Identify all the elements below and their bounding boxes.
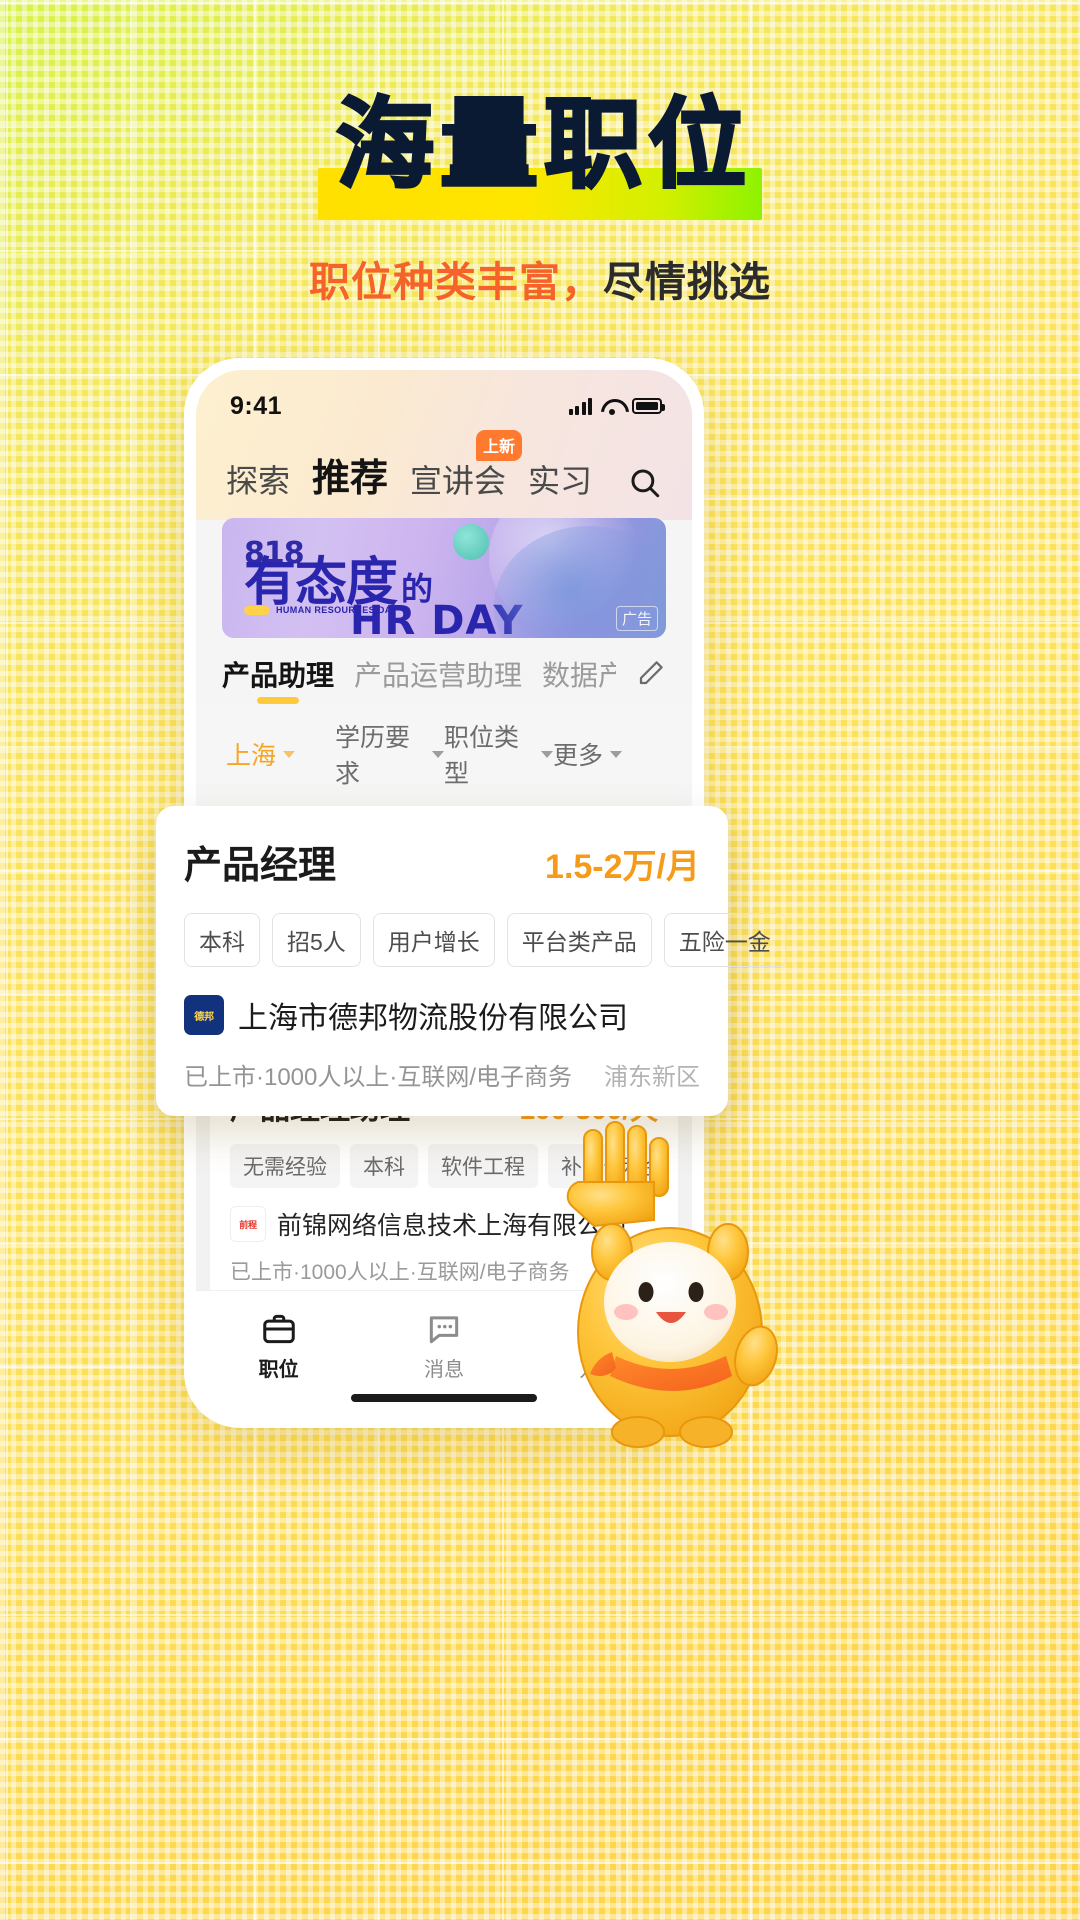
featured-job-tag: 五险一金 [663, 913, 786, 967]
banner-eng-line1: HUMAN RESOURCES DAY [276, 605, 398, 616]
featured-job-tag: 本科 [184, 913, 260, 967]
company-meta: 已上市·1000人以上·互联网/电子商务 [230, 1261, 570, 1284]
featured-job-tag: 用户增长 [372, 913, 495, 967]
hero-subtitle-accent: 职位种类丰富， [309, 259, 603, 305]
featured-job-company-row: 德邦 上海市德邦物流股份有限公司 [184, 993, 700, 1037]
banner-main-label: 有态度 [244, 554, 398, 613]
status-icons [568, 397, 665, 415]
category-tab-1-label: 产品运营助理 [354, 660, 523, 691]
battery-icon [632, 398, 665, 414]
bottom-nav-messages-label: 消息 [423, 1359, 464, 1381]
featured-job-tags: 本科 招5人 用户增长 平台类产品 五险一金 [184, 913, 786, 967]
edit-categories-button[interactable] [636, 658, 666, 693]
bottom-nav-jobs-label: 职位 [258, 1359, 299, 1381]
tab-internship[interactable]: 实习 [528, 456, 592, 508]
chevron-down-icon [432, 750, 444, 758]
banner-small-label: 的 [401, 571, 433, 608]
message-icon [361, 1307, 526, 1351]
tab-explore-label: 探索 [226, 463, 291, 499]
company-logo-text: 前程 [239, 1219, 257, 1230]
tab-recommend[interactable]: 推荐 [312, 447, 396, 508]
chevron-down-icon [541, 750, 553, 758]
status-bar: 9:41 [196, 370, 692, 430]
chevron-down-icon [283, 750, 296, 758]
featured-job-tag: 平台类产品 [506, 913, 652, 967]
category-tab-0-label: 产品助理 [222, 660, 335, 691]
ad-label: 广告 [615, 606, 658, 631]
status-time: 9:41 [230, 391, 283, 420]
featured-job-card[interactable]: 产品经理 1.5-2万/月 本科 招5人 用户增长 平台类产品 五险一金 德邦 … [156, 806, 786, 1116]
chevron-down-icon [610, 750, 623, 758]
job-tag: 本科 [350, 1144, 418, 1188]
filter-job-type[interactable]: 职位类型 [444, 718, 553, 790]
tab-recommend-label: 推荐 [312, 458, 389, 500]
pencil-icon [639, 660, 663, 684]
search-icon [631, 469, 660, 498]
signal-bars-icon [568, 397, 592, 415]
home-indicator [351, 1394, 537, 1402]
briefcase-icon [196, 1307, 361, 1351]
hero-headline-block: 海量职位 [0, 88, 1080, 220]
category-tab-product-ops-assistant[interactable]: 产品运营助理 [354, 654, 522, 704]
category-tabs: 产品助理 产品运营助理 数据产品经理 [196, 638, 692, 704]
tab-explore[interactable]: 探索 [226, 456, 290, 508]
filter-bar: 上海 学历要求 职位类型 更多 [196, 704, 692, 808]
featured-job-meta-row: 已上市·1000人以上·互联网/电子商务 浦东新区 [184, 1057, 700, 1092]
featured-job-location: 浦东新区 [604, 1064, 700, 1091]
featured-job-title: 产品经理 [184, 845, 337, 887]
filter-more[interactable]: 更多 [553, 736, 662, 772]
company-logo-text: 德邦 [194, 1011, 214, 1023]
promo-banner-wrap: 818 有态度 的 HUMAN RESOURCES DAY HR DAY 广告 [196, 508, 692, 638]
featured-job-salary: 1.5-2万/月 [545, 848, 700, 886]
category-tab-product-assistant[interactable]: 产品助理 [222, 654, 334, 704]
promo-banner[interactable]: 818 有态度 的 HUMAN RESOURCES DAY HR DAY 广告 [222, 518, 666, 638]
filter-city-label: 上海 [226, 742, 277, 770]
page-title: 海量职位 [334, 88, 752, 202]
featured-job-header: 产品经理 1.5-2万/月 [184, 834, 700, 889]
filter-city[interactable]: 上海 [226, 736, 335, 772]
category-tab-data-product-manager[interactable]: 数据产品经理 [542, 654, 616, 704]
top-nav-tabs: 探索 推荐 上新 宣讲会 实习 [196, 430, 692, 508]
mascot-illustration [566, 1121, 778, 1448]
filter-education[interactable]: 学历要求 [335, 718, 444, 790]
banner-text-block: 818 有态度 的 HUMAN RESOURCES DAY [222, 539, 433, 616]
banner-pill-decor [244, 606, 270, 615]
hero-subtitle: 职位种类丰富，尽情挑选 [0, 248, 1080, 308]
bottom-nav-messages[interactable]: 消息 [361, 1307, 526, 1382]
filter-job-type-label: 职位类型 [444, 724, 520, 788]
banner-teal-dot [452, 524, 489, 560]
search-button[interactable] [624, 462, 666, 504]
filter-more-label: 更多 [553, 742, 604, 770]
wifi-icon [601, 398, 623, 415]
tab-info-session[interactable]: 上新 宣讲会 [410, 430, 523, 508]
featured-company-meta: 已上市·1000人以上·互联网/电子商务 [184, 1064, 573, 1091]
featured-job-tag: 招5人 [272, 913, 361, 967]
filter-education-label: 学历要求 [335, 724, 411, 788]
featured-job-company: 上海市德邦物流股份有限公司 [238, 1002, 628, 1035]
job-tag: 无需经验 [230, 1144, 340, 1188]
tab-internship-label: 实习 [528, 463, 593, 499]
tab-new-badge: 上新 [476, 430, 523, 461]
tab-info-session-label: 宣讲会 [410, 463, 507, 499]
poster-stage: 海量职位 职位种类丰富，尽情挑选 9:41 探索 推荐 上新 宣讲会 实习 81… [0, 0, 1080, 1920]
category-tab-2-label: 数据产品经理 [542, 660, 616, 691]
banner-main-text: 有态度 的 [244, 554, 433, 613]
company-logo: 前程 [230, 1206, 266, 1242]
hero-subtitle-rest: 尽情挑选 [603, 259, 771, 305]
bottom-nav-jobs[interactable]: 职位 [196, 1307, 361, 1382]
company-logo: 德邦 [184, 995, 224, 1035]
